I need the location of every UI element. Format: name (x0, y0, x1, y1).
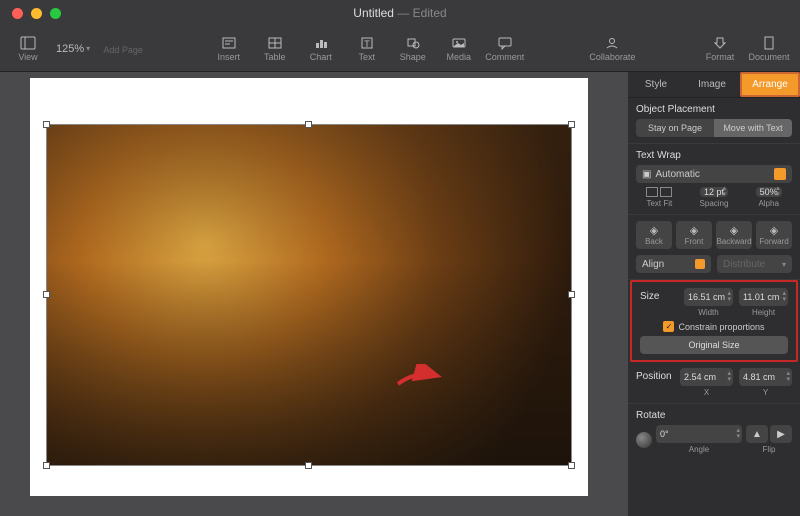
chart-button[interactable]: Chart (299, 29, 343, 69)
bring-front-button[interactable]: ◈Front (676, 221, 712, 249)
flip-horizontal-button[interactable]: ▲ (746, 425, 768, 443)
selected-image[interactable] (46, 124, 572, 466)
inspector-sidebar: Style Image Arrange Object Placement Sta… (628, 72, 800, 516)
original-size-button[interactable]: Original Size (640, 336, 788, 354)
send-back-button[interactable]: ◈Back (636, 221, 672, 249)
constrain-proportions-checkbox[interactable]: ✓ (663, 321, 674, 332)
constrain-label: Constrain proportions (678, 322, 764, 332)
back-icon: ◈ (650, 224, 658, 237)
resize-handle-tc[interactable] (305, 121, 312, 128)
canvas[interactable] (0, 72, 628, 516)
window-title: Untitled — Edited (0, 6, 800, 20)
height-stepper[interactable]: 11.01 cm▴▾ (739, 288, 788, 306)
document-status: Edited (413, 6, 447, 20)
resize-handle-br[interactable] (568, 462, 575, 469)
tab-image[interactable]: Image (684, 72, 740, 97)
text-wrap-title: Text Wrap (636, 150, 792, 161)
media-button[interactable]: Media (437, 29, 481, 69)
close-window-button[interactable] (12, 8, 23, 19)
spacing-stepper[interactable]: 12 pt▴▾ (700, 187, 728, 197)
page (30, 78, 588, 496)
object-placement-title: Object Placement (636, 104, 792, 115)
rotate-knob[interactable] (636, 432, 652, 448)
resize-handle-tl[interactable] (43, 121, 50, 128)
resize-handle-tr[interactable] (568, 121, 575, 128)
resize-handle-ml[interactable] (43, 291, 50, 298)
comment-button[interactable]: Comment (483, 29, 527, 69)
text-fit-icon-a[interactable] (646, 187, 658, 197)
fullscreen-window-button[interactable] (50, 8, 61, 19)
resize-handle-bc[interactable] (305, 462, 312, 469)
send-backward-button[interactable]: ◈Backward (716, 221, 752, 249)
text-wrap-dropdown[interactable]: ▣Automatic (636, 165, 792, 183)
add-page-button[interactable]: Add Page (96, 29, 150, 69)
align-dropdown[interactable]: Align (636, 255, 711, 273)
minimize-window-button[interactable] (31, 8, 42, 19)
format-button[interactable]: Format (698, 29, 742, 69)
window-controls (0, 8, 61, 19)
backward-icon: ◈ (730, 224, 738, 237)
text-button[interactable]: T Text (345, 29, 389, 69)
shape-button[interactable]: Shape (391, 29, 435, 69)
tab-style[interactable]: Style (628, 72, 684, 97)
flip-vertical-button[interactable]: ▶ (770, 425, 792, 443)
width-stepper[interactable]: 16.51 cm▴▾ (684, 288, 733, 306)
position-x-stepper[interactable]: 2.54 cm▴▾ (680, 368, 733, 386)
position-y-stepper[interactable]: 4.81 cm▴▾ (739, 368, 792, 386)
titlebar: Untitled — Edited (0, 0, 800, 26)
front-icon: ◈ (690, 224, 698, 237)
image-content (47, 125, 571, 465)
table-button[interactable]: Table (253, 29, 297, 69)
document-button[interactable]: Document (744, 29, 794, 69)
stay-on-page-button[interactable]: Stay on Page (636, 119, 714, 137)
size-section: Size 16.51 cm▴▾ Width 11.01 cm▴▾ Height … (630, 280, 798, 362)
position-title: Position (636, 368, 676, 382)
resize-handle-bl[interactable] (43, 462, 50, 469)
document-name: Untitled (353, 6, 394, 20)
toolbar: View 125%▾ Add Page Insert Table Chart T… (0, 26, 800, 72)
text-fit-icon-b[interactable] (660, 187, 672, 197)
view-button[interactable]: View (6, 29, 50, 69)
bring-forward-button[interactable]: ◈Forward (756, 221, 792, 249)
rotate-title: Rotate (636, 410, 792, 421)
forward-icon: ◈ (770, 224, 778, 237)
resize-handle-mr[interactable] (568, 291, 575, 298)
svg-text:T: T (364, 39, 370, 49)
chevron-down-icon (695, 259, 705, 269)
tab-arrange[interactable]: Arrange (740, 72, 800, 97)
wrap-mode-icon: ▣ (642, 169, 651, 180)
collaborate-button[interactable]: Collaborate (583, 29, 641, 69)
insert-button[interactable]: Insert (207, 29, 251, 69)
distribute-dropdown[interactable]: Distribute▾ (717, 255, 792, 273)
move-with-text-button[interactable]: Move with Text (714, 119, 792, 137)
size-title: Size (640, 288, 680, 302)
alpha-stepper[interactable]: 50%▴▾ (756, 187, 782, 197)
zoom-dropdown[interactable]: 125%▾ (52, 43, 94, 55)
angle-stepper[interactable]: 0°▴▾ (656, 425, 742, 443)
